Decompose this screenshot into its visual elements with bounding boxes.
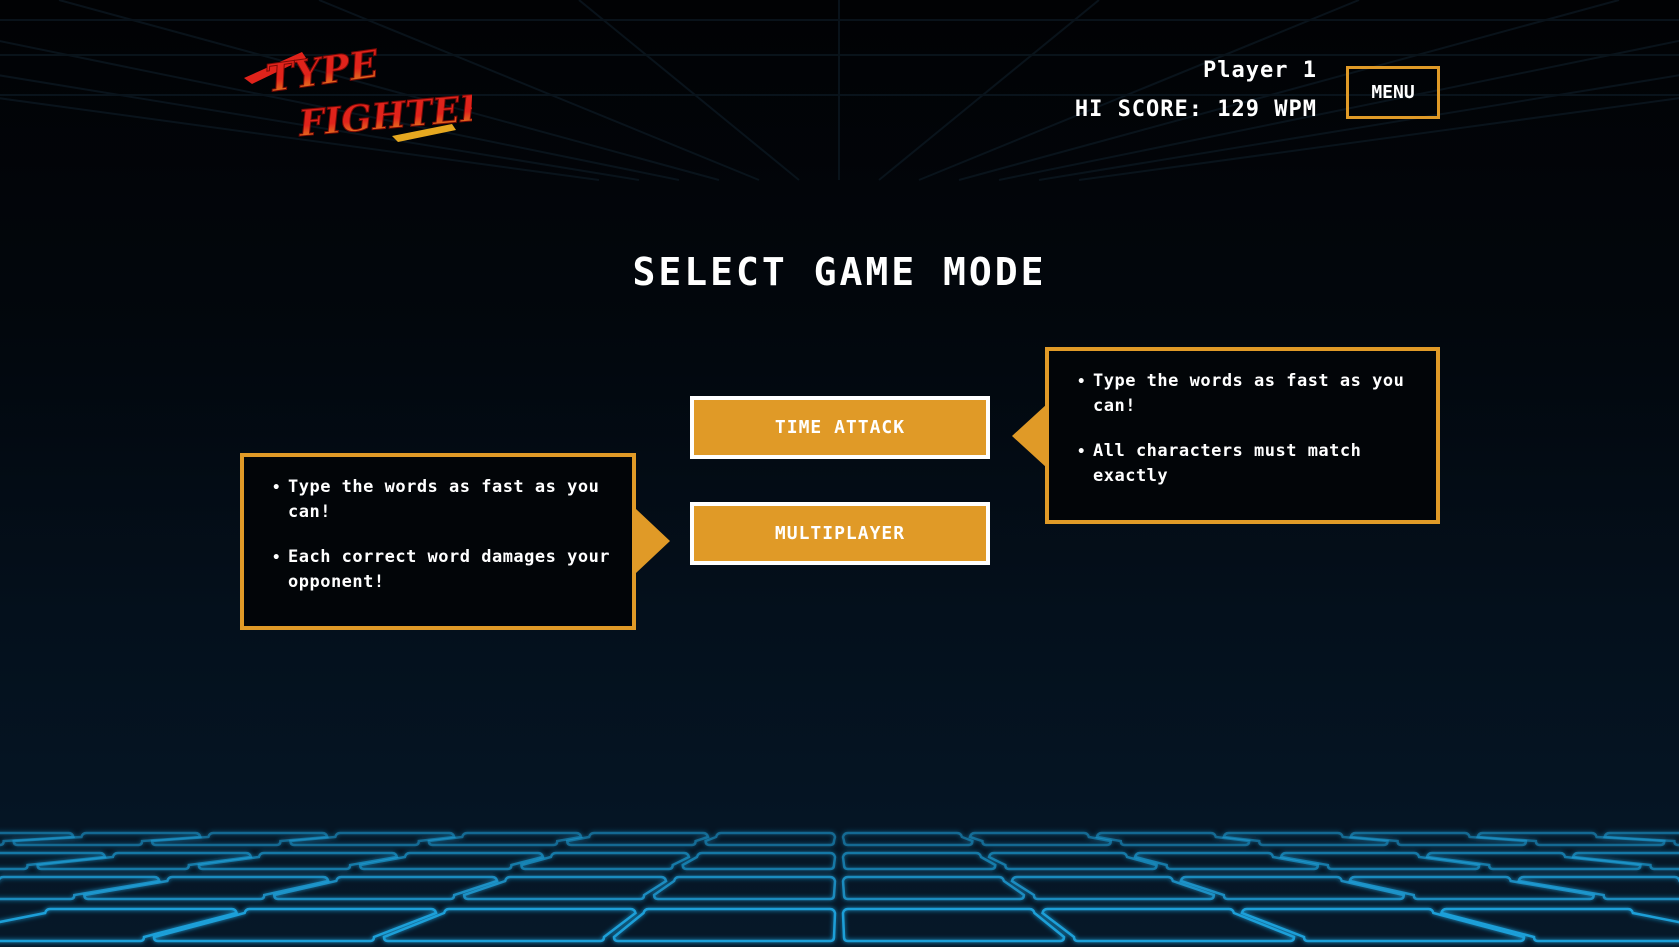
- game-screen: TYPE FIGHTER Player 1 HI SCORE: 129 WPM …: [0, 0, 1679, 947]
- menu-button[interactable]: MENU: [1346, 66, 1440, 119]
- time-attack-tips: Type the words as fast as you can! All c…: [1073, 369, 1416, 489]
- floor-tile: [987, 851, 1158, 871]
- floor-tile: [1010, 875, 1216, 901]
- floor-tile: [565, 831, 710, 847]
- floor-tile: [841, 907, 1066, 943]
- floor-tile: [681, 851, 837, 871]
- floor-tile: [152, 907, 438, 943]
- floor-tile: [462, 875, 668, 901]
- hi-score: HI SCORE: 129 WPM: [1074, 97, 1317, 122]
- floor-tile: [0, 875, 161, 901]
- type-fighter-logo: TYPE FIGHTER: [242, 44, 472, 144]
- floor-tile: [612, 907, 837, 943]
- floor-tile: [841, 875, 1026, 901]
- ceiling-line: [998, 39, 1679, 181]
- floor-tile: [1571, 851, 1679, 871]
- floor-tile: [1517, 875, 1679, 901]
- page-title: SELECT GAME MODE: [632, 250, 1047, 294]
- time-attack-tooltip: Type the words as fast as you can! All c…: [1045, 347, 1440, 524]
- floor-tile: [1133, 851, 1320, 871]
- tip-item: Each correct word damages your opponent!: [272, 545, 612, 595]
- player-name: Player 1: [1203, 58, 1317, 83]
- floor-tile: [358, 851, 545, 871]
- multiplayer-tips: Type the words as fast as you can! Each …: [268, 475, 612, 595]
- ceiling-line: [578, 0, 800, 181]
- multiplayer-button[interactable]: MULTIPLAYER: [690, 502, 990, 565]
- floor-tile: [1240, 907, 1526, 943]
- ceiling-line: [878, 0, 1100, 181]
- floor-tile: [652, 875, 837, 901]
- time-attack-tooltip-pointer: [1012, 404, 1047, 468]
- floor-tile: [1041, 907, 1296, 943]
- logo-line-1: TYPE: [263, 44, 382, 101]
- floor-tile: [197, 851, 399, 871]
- multiplayer-tooltip-pointer: [636, 509, 670, 573]
- multiplayer-tooltip: Type the words as fast as you can! Each …: [240, 453, 636, 630]
- time-attack-button[interactable]: TIME ATTACK: [690, 396, 990, 459]
- floor-grid: [0, 831, 1679, 943]
- floor-tile: [0, 851, 107, 871]
- tip-item: All characters must match exactly: [1077, 439, 1416, 489]
- logo-line-2: FIGHTER: [296, 86, 472, 144]
- floor-tile: [968, 831, 1113, 847]
- tip-item: Type the words as fast as you can!: [1077, 369, 1416, 419]
- floor-tile: [83, 875, 330, 901]
- floor-tile: [382, 907, 637, 943]
- floor-tile: [36, 851, 253, 871]
- floor-tile: [704, 831, 837, 847]
- ceiling-line: [918, 0, 1360, 181]
- floor-tile: [520, 851, 691, 871]
- tip-item: Type the words as fast as you can!: [272, 475, 612, 525]
- floor-tile: [841, 851, 997, 871]
- ceiling-line: [958, 0, 1620, 181]
- floor-tile: [841, 831, 974, 847]
